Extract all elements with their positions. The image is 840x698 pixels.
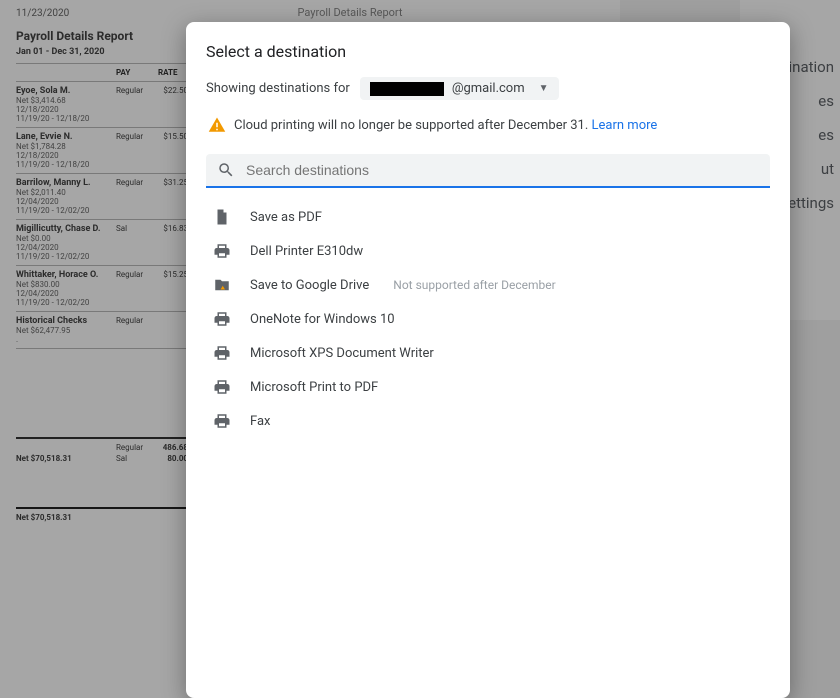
showing-row: Showing destinations for @gmail.com ▼ bbox=[206, 77, 770, 100]
showing-label: Showing destinations for bbox=[206, 81, 350, 96]
destination-label: Dell Printer E310dw bbox=[250, 244, 363, 259]
destination-list: Save as PDF Dell Printer E310dw Save to Go… bbox=[206, 200, 770, 438]
printer-icon bbox=[212, 411, 232, 431]
destination-note: Not supported after December bbox=[393, 278, 555, 292]
destination-item[interactable]: Save to Google Drive Not supported after … bbox=[206, 268, 770, 302]
destination-label: Save as PDF bbox=[250, 210, 322, 225]
file-icon bbox=[212, 207, 232, 227]
destination-item[interactable]: Fax bbox=[206, 404, 770, 438]
learn-more-link[interactable]: Learn more bbox=[592, 118, 658, 133]
modal-title: Select a destination bbox=[206, 42, 770, 61]
warning-icon bbox=[208, 116, 226, 134]
destination-label: Microsoft XPS Document Writer bbox=[250, 346, 434, 361]
printer-icon bbox=[212, 377, 232, 397]
destination-item[interactable]: Microsoft Print to PDF bbox=[206, 370, 770, 404]
printer-icon bbox=[212, 309, 232, 329]
destination-label: Microsoft Print to PDF bbox=[250, 380, 378, 395]
warning-text: Cloud printing will no longer be support… bbox=[234, 118, 588, 133]
destination-label: Save to Google Drive bbox=[250, 278, 369, 293]
warning-bar: Cloud printing will no longer be support… bbox=[206, 114, 770, 140]
account-dropdown[interactable]: @gmail.com ▼ bbox=[360, 77, 559, 100]
drive-folder-icon bbox=[212, 275, 232, 295]
destination-label: Fax bbox=[250, 414, 271, 429]
printer-icon bbox=[212, 241, 232, 261]
chevron-down-icon: ▼ bbox=[539, 83, 549, 94]
email-redacted bbox=[370, 82, 444, 96]
destination-item[interactable]: OneNote for Windows 10 bbox=[206, 302, 770, 336]
destination-label: OneNote for Windows 10 bbox=[250, 312, 395, 327]
select-destination-modal: Select a destination Showing destination… bbox=[186, 22, 790, 698]
search-input[interactable] bbox=[246, 162, 760, 178]
search-icon bbox=[216, 160, 236, 180]
printer-icon bbox=[212, 343, 232, 363]
search-box[interactable] bbox=[206, 154, 770, 188]
destination-item[interactable]: Dell Printer E310dw bbox=[206, 234, 770, 268]
destination-item[interactable]: Save as PDF bbox=[206, 200, 770, 234]
destination-item[interactable]: Microsoft XPS Document Writer bbox=[206, 336, 770, 370]
email-suffix: @gmail.com bbox=[452, 81, 525, 96]
